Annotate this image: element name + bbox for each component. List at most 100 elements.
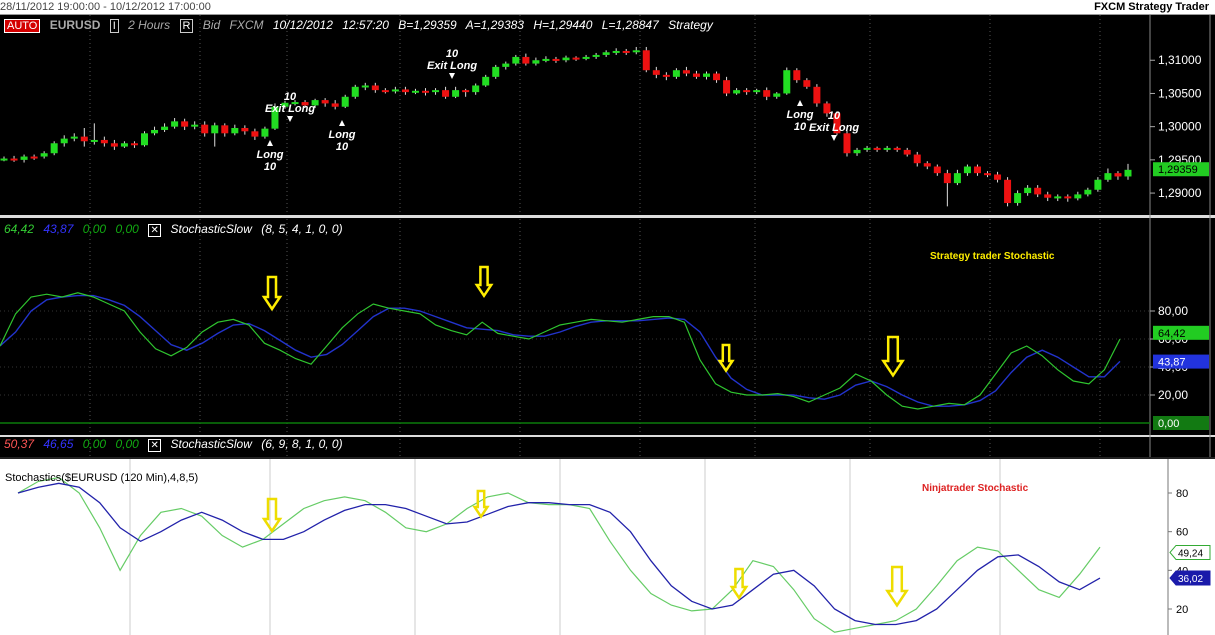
candle-body	[452, 90, 460, 97]
candle-body	[161, 126, 169, 130]
candle-body	[221, 125, 229, 134]
ninja-d-label: 36,02	[1178, 574, 1203, 585]
candle-body	[582, 56, 590, 59]
stoch-k-line	[0, 292, 1121, 410]
candle-body	[251, 131, 259, 137]
close-icon[interactable]: ✕	[148, 224, 162, 237]
close-icon[interactable]: ✕	[148, 439, 162, 452]
candle-body	[542, 58, 550, 61]
stoch-k-label: 64,42	[1158, 328, 1186, 340]
ninja-k-label: 49,24	[1178, 548, 1203, 559]
auto-button[interactable]: AUTO	[4, 19, 41, 33]
stoch2-v3: 0,00	[82, 437, 107, 451]
broker-label: FXCM	[229, 18, 264, 32]
stoch1-d-value: 43,87	[43, 222, 74, 236]
candle-body	[612, 50, 620, 53]
candle-body	[442, 90, 450, 97]
trade-annotation-label: Long	[787, 109, 814, 121]
candle-body	[572, 57, 580, 60]
candle-body	[692, 73, 700, 77]
candle-body	[763, 90, 771, 97]
trade-annotation-label: 10	[284, 91, 297, 103]
stoch-tick-label: 20,00	[1158, 388, 1188, 402]
candle-body	[411, 90, 419, 93]
candle-body	[231, 127, 239, 134]
candle-body	[1034, 187, 1042, 195]
candle-body	[773, 93, 781, 97]
strategy-label: Strategy	[668, 18, 713, 32]
stoch2-v4: 0,00	[115, 437, 139, 451]
trade-annotation-text: 10	[336, 141, 349, 153]
candle-body	[261, 128, 269, 137]
stoch1-v4: 0,00	[115, 222, 139, 236]
candle-body	[602, 52, 610, 55]
candle-body	[703, 73, 710, 77]
candle-body	[90, 139, 98, 142]
ninjatrader-chart: 80604020Stochastics($EURUSD (120 Min),4,…	[0, 457, 1215, 635]
candle-body	[492, 66, 500, 77]
stoch-d-label: 43,87	[1158, 357, 1186, 369]
candle-body	[30, 156, 38, 159]
candle-body	[422, 90, 429, 93]
candle-body	[181, 121, 189, 127]
date-range: 28/11/2012 19:00:00 - 10/12/2012 17:00:0…	[0, 1, 211, 13]
arrow-down-icon	[261, 497, 283, 534]
panel-caption: Strategy trader Stochastic	[930, 251, 1055, 262]
exit-arrow-icon	[449, 73, 455, 79]
arrow-down-icon	[881, 335, 905, 378]
r-button[interactable]: R	[179, 19, 194, 33]
candle-body	[40, 153, 48, 157]
trade-annotation-text: 10	[794, 121, 807, 133]
candle-body	[171, 121, 179, 127]
interval-button[interactable]: I	[109, 19, 119, 33]
candle-body	[733, 90, 741, 94]
candle-body	[462, 90, 470, 93]
strategy-trader-chart: 1,31000 1,30500 1,30000 1,29500 1,29000 1,293…	[0, 15, 1215, 457]
candle-body	[713, 73, 721, 81]
stoch1-params: (8, 5, 4, 1, 0, 0)	[261, 222, 343, 236]
entry-arrow-icon	[267, 140, 273, 146]
stoch1-header: 64,42 43,87 0,00 0,00 ✕ StochasticSlow (…	[4, 222, 349, 237]
candle-body	[1024, 187, 1032, 194]
candle-body	[1114, 173, 1122, 177]
trade-annotation-text: Exit Long	[809, 122, 859, 134]
candle-body	[50, 143, 58, 154]
candle-body	[743, 90, 751, 93]
candle-body	[502, 63, 510, 67]
candle-body	[753, 90, 761, 93]
candle-body	[893, 147, 901, 150]
current-price-label: 1,29359	[1158, 164, 1198, 176]
stoch2-k-value: 50,37	[4, 437, 35, 451]
candle-body	[943, 173, 951, 184]
price-tick-label: 1,30500	[1158, 86, 1202, 100]
candle-body	[723, 80, 731, 94]
stoch2-indicator: StochasticSlow	[170, 437, 252, 451]
candle-body	[321, 100, 329, 104]
trade-annotation-label: 10	[446, 48, 459, 60]
price-tick-label: 1,29000	[1158, 186, 1202, 200]
top-bar: 28/11/2012 19:00:00 - 10/12/2012 17:00:0…	[0, 0, 1215, 15]
candle-body	[70, 136, 78, 139]
trade-annotation-text: 10	[264, 161, 277, 173]
candle-body	[141, 133, 148, 146]
candle-body	[351, 86, 359, 97]
candle-body	[1094, 179, 1102, 190]
candle-body	[873, 147, 881, 150]
interval-label: 2 Hours	[128, 18, 171, 32]
exit-arrow-icon	[831, 135, 837, 141]
symbol-label[interactable]: EURUSD	[50, 18, 101, 32]
candle-body	[552, 58, 560, 61]
ninja-tick-label: 20	[1176, 604, 1188, 616]
candle-body	[1014, 193, 1022, 204]
candle-body	[472, 85, 480, 93]
stoch1-k-value: 64,42	[4, 222, 35, 236]
candle-body	[903, 149, 911, 155]
candle-body	[130, 143, 138, 146]
candle-body	[632, 50, 640, 53]
candle-body	[642, 50, 650, 71]
candle-body	[432, 90, 440, 93]
ninja-tick-label: 80	[1176, 488, 1188, 500]
candle-body	[331, 103, 339, 107]
candle-body	[883, 147, 891, 150]
quote-type: Bid	[202, 18, 221, 32]
